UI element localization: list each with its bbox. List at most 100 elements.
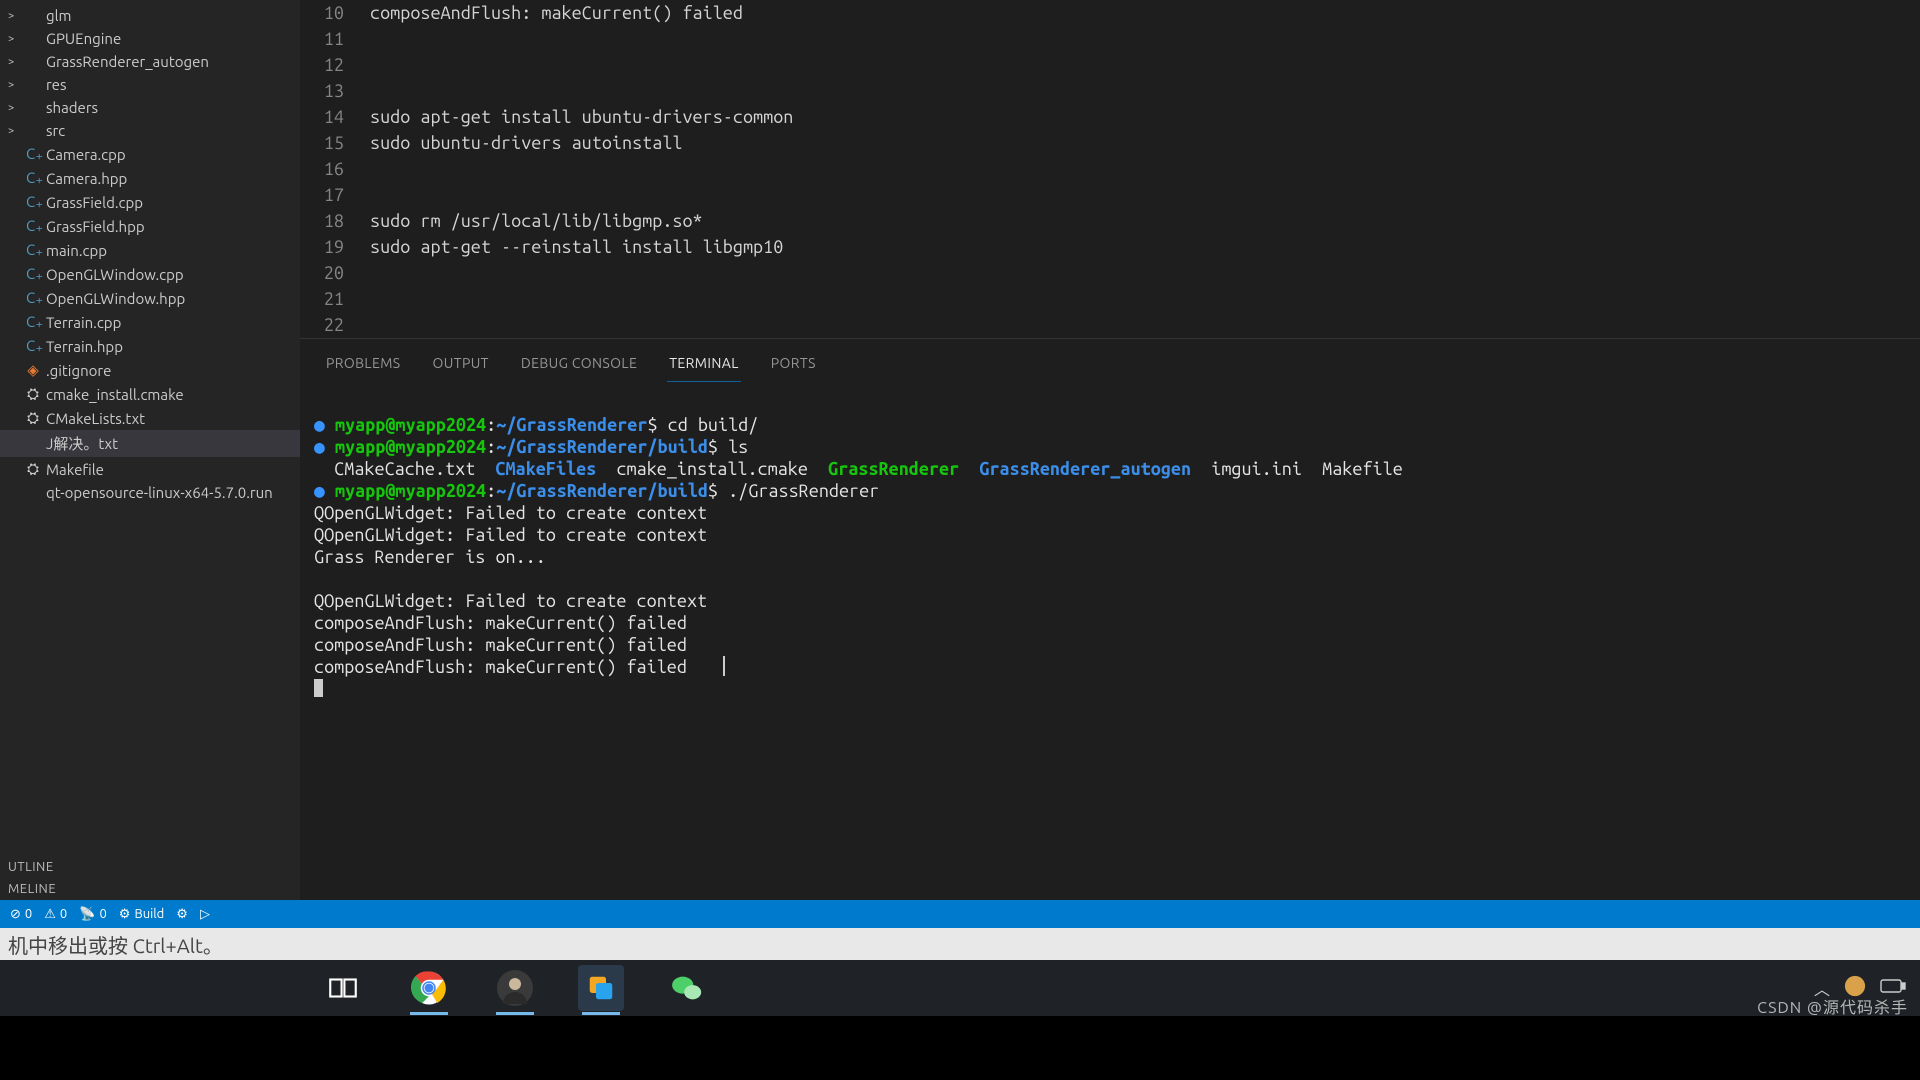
line-number-gutter: 10111213141516171819202122 [300,0,370,338]
explorer-item-qt-opensource-linux-x64-5-7-0-run[interactable]: qt-opensource-linux-x64-5.7.0.run [0,481,300,504]
file-explorer[interactable]: >glm>GPUEngine>GrassRenderer_autogen>res… [0,0,300,900]
host-taskbar[interactable]: ︿ [0,960,1920,1016]
line-number: 10 [300,0,344,26]
git-icon: ◈ [26,361,40,379]
code-editor[interactable]: 10111213141516171819202122 composeAndFlu… [300,0,1920,338]
explorer-item-glm[interactable]: >glm [0,4,300,27]
code-line[interactable] [370,182,793,208]
code-line[interactable]: composeAndFlush: makeCurrent() failed [370,0,793,26]
explorer-item-label: shaders [46,99,98,116]
explorer-item-label: Makefile [46,461,104,478]
cpp-icon: C₊ [26,337,40,355]
explorer-item-GrassField-cpp[interactable]: C₊ GrassField.cpp [0,190,300,214]
line-number: 21 [300,286,344,312]
task-view-icon[interactable] [320,965,366,1011]
explorer-item-Makefile[interactable]: ⛭ Makefile [0,457,300,481]
code-line[interactable]: sudo apt-get --reinstall install libgmp1… [370,234,793,260]
explorer-item-label: .gitignore [46,362,111,379]
timeline-section[interactable]: MELINE [0,878,300,900]
explorer-item-label: GrassField.cpp [46,194,143,211]
explorer-item-OpenGLWindow-hpp[interactable]: C₊ OpenGLWindow.hpp [0,286,300,310]
line-number: 18 [300,208,344,234]
chevron-icon: > [8,33,20,45]
explorer-item--gitignore[interactable]: ◈ .gitignore [0,358,300,382]
line-number: 17 [300,182,344,208]
line-number: 22 [300,312,344,338]
run-icon[interactable]: ▷ [200,907,210,922]
code-line[interactable] [370,52,793,78]
line-number: 13 [300,78,344,104]
gear-icon[interactable]: ⚙ [176,907,188,922]
vm-hint-text: 机中移出或按 Ctrl+Alt。 [8,930,223,959]
explorer-item-shaders[interactable]: >shaders [0,96,300,119]
code-line[interactable] [370,286,793,312]
explorer-item-label: res [46,76,66,93]
avatar-icon[interactable] [492,965,538,1011]
txt-icon: ⛭ [26,460,40,478]
vm-hint-bar: 机中移出或按 Ctrl+Alt。 [0,928,1920,960]
status-errors[interactable]: ⊘ 0 [10,907,32,922]
explorer-item-label: glm [46,7,72,24]
line-number: 11 [300,26,344,52]
code-line[interactable] [370,156,793,182]
explorer-item-label: Camera.cpp [46,146,126,163]
explorer-item-label: OpenGLWindow.hpp [46,290,185,307]
chevron-icon: > [8,56,20,68]
panel-tab-output[interactable]: OUTPUT [431,349,491,382]
explorer-item-GPUEngine[interactable]: > GPUEngine [0,27,300,50]
code-line[interactable] [370,260,793,286]
explorer-item-label: qt-opensource-linux-x64-5.7.0.run [46,484,273,501]
explorer-item-OpenGLWindow-cpp[interactable]: C₊OpenGLWindow.cpp [0,262,300,286]
cpp-icon: C₊ [26,313,40,331]
terminal-panel[interactable]: ● myapp@myapp2024:~/GrassRenderer$ cd bu… [300,382,1920,900]
explorer-item-Camera-hpp[interactable]: C₊Camera.hpp [0,166,300,190]
code-line[interactable] [370,78,793,104]
explorer-item-label: Terrain.hpp [46,338,123,355]
panel-tab-debug-console[interactable]: DEBUG CONSOLE [519,349,639,382]
explorer-item-GrassField-hpp[interactable]: C₊GrassField.hpp [0,214,300,238]
explorer-item-CMakeLists-txt[interactable]: ⛭ CMakeLists.txt [0,406,300,430]
explorer-item-label: GrassField.hpp [46,218,145,235]
panel-tab-ports[interactable]: PORTS [769,349,818,382]
chevron-icon: > [8,79,20,91]
explorer-item-cmake_install-cmake[interactable]: ⛭cmake_install.cmake [0,382,300,406]
explorer-item-Terrain-cpp[interactable]: C₊Terrain.cpp [0,310,300,334]
explorer-item-label: GPUEngine [46,30,121,47]
cpp-icon: C₊ [26,193,40,211]
txt-icon: ⛭ [26,409,40,427]
code-line[interactable] [370,312,793,338]
cpp-icon: C₊ [26,289,40,307]
explorer-item-res[interactable]: > res [0,73,300,96]
status-warnings[interactable]: ⚠ 0 [44,907,67,922]
explorer-item-Terrain-hpp[interactable]: C₊ Terrain.hpp [0,334,300,358]
vmware-icon[interactable] [578,965,624,1011]
editor-column: 10111213141516171819202122 composeAndFlu… [300,0,1920,900]
code-line[interactable]: sudo ubuntu-drivers autoinstall [370,130,793,156]
status-bar[interactable]: ⊘ 0 ⚠ 0 📡 0 ⚙ Build ⚙ ▷ [0,900,1920,928]
explorer-item-label: OpenGLWindow.cpp [46,266,184,283]
code-line[interactable] [370,26,793,52]
panel-tab-problems[interactable]: PROBLEMS [324,349,403,382]
status-broadcast[interactable]: 📡 0 [79,907,107,922]
explorer-item-J-txt[interactable]: J解决。txt [0,430,300,457]
wechat-icon[interactable] [664,965,710,1011]
watermark: CSDN @源代码杀手 [1757,994,1908,1018]
txt-icon: ⛭ [26,385,40,403]
status-build[interactable]: ⚙ Build [119,907,165,922]
chrome-icon[interactable] [406,965,452,1011]
code-content[interactable]: composeAndFlush: makeCurrent() failed su… [370,0,793,338]
panel-tab-terminal[interactable]: TERMINAL [667,349,741,382]
line-number: 14 [300,104,344,130]
panel-tabs: PROBLEMS OUTPUT DEBUG CONSOLE TERMINAL PORTS [300,338,1920,382]
cpp-icon: C₊ [26,241,40,259]
code-line[interactable]: sudo apt-get install ubuntu-drivers-comm… [370,104,793,130]
explorer-item-Camera-cpp[interactable]: C₊Camera.cpp [0,142,300,166]
code-line[interactable]: sudo rm /usr/local/lib/libgmp.so* [370,208,793,234]
monitor-bezel [0,1016,1920,1080]
terminal-cursor [314,679,323,697]
outline-section[interactable]: UTLINE [0,856,300,878]
explorer-item-GrassRenderer_autogen[interactable]: >GrassRenderer_autogen [0,50,300,73]
explorer-item-main-cpp[interactable]: C₊main.cpp [0,238,300,262]
explorer-item-label: CMakeLists.txt [46,410,145,427]
explorer-item-src[interactable]: >src [0,119,300,142]
